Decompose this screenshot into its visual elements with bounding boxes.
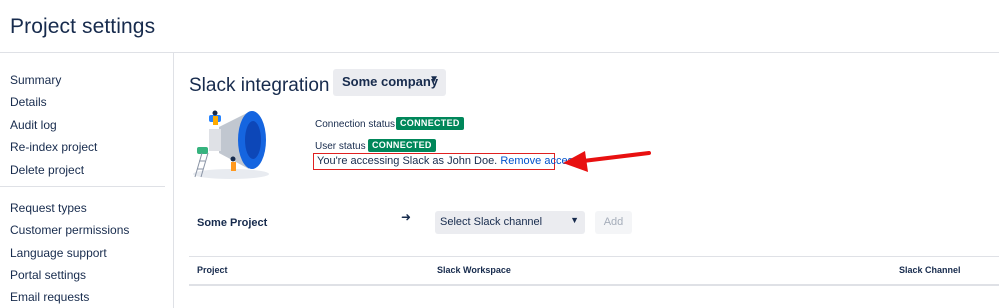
arrow-head [563, 151, 588, 172]
sidebar-item-reindex[interactable]: Re-index project [10, 140, 97, 154]
sidebar: Summary Details Audit log Re-index proje… [0, 53, 174, 308]
person-body [213, 116, 218, 125]
slack-access-notice: You're accessing Slack as John Doe. Remo… [313, 153, 582, 170]
table-top-divider [189, 256, 999, 257]
mapping-project-name: Some Project [197, 217, 268, 229]
megaphone-bell-inner [245, 121, 261, 159]
sidebar-item-audit-log[interactable]: Audit log [10, 118, 57, 132]
sidebar-divider [0, 186, 165, 187]
column-header-slack-workspace: Slack Workspace [437, 265, 511, 275]
company-select[interactable]: Some company ▼ [333, 69, 446, 96]
add-button[interactable]: Add [595, 211, 632, 234]
sidebar-item-portal-settings[interactable]: Portal settings [10, 268, 86, 282]
sidebar-item-summary[interactable]: Summary [10, 73, 61, 87]
person-body-2 [231, 162, 236, 171]
connection-status-badge: CONNECTED [396, 117, 464, 130]
top-bar: Project settings [0, 0, 999, 53]
channel-select-placeholder: Select Slack channel [440, 216, 543, 228]
column-header-project: Project [197, 265, 228, 275]
mapping-arrow-icon: ➜ [401, 210, 412, 224]
main-content: Slack integration Some company ▼ Connect… [175, 53, 999, 308]
sidebar-item-customer-permissions[interactable]: Customer permissions [10, 223, 129, 237]
speech-bubble-small [197, 147, 208, 154]
sidebar-item-email-requests[interactable]: Email requests [10, 290, 89, 304]
slack-channel-select[interactable]: Select Slack channel ▼ [435, 211, 585, 234]
page-title: Project settings [10, 15, 156, 38]
person-head-2 [230, 156, 236, 162]
sidebar-item-details[interactable]: Details [10, 95, 47, 109]
chevron-down-icon: ▼ [570, 215, 579, 225]
arrow-shaft [581, 151, 651, 163]
table-header-divider [189, 284, 999, 286]
megaphone-mouth [209, 129, 221, 151]
connection-status-label: Connection status [315, 119, 396, 130]
access-text: You're accessing Slack as John Doe. [317, 155, 498, 167]
company-select-value: Some company [342, 74, 439, 89]
person-head [212, 110, 218, 116]
section-title: Slack integration [189, 75, 330, 96]
sidebar-item-delete-project[interactable]: Delete project [10, 163, 84, 177]
user-status-badge: CONNECTED [368, 139, 436, 152]
megaphone-illustration [193, 110, 269, 179]
chevron-down-icon: ▼ [429, 74, 439, 85]
column-header-slack-channel: Slack Channel [899, 265, 961, 275]
sidebar-item-language-support[interactable]: Language support [10, 246, 107, 260]
sidebar-item-request-types[interactable]: Request types [10, 201, 87, 215]
red-arrow-annotation [563, 151, 651, 172]
user-status-label: User status [315, 141, 366, 152]
